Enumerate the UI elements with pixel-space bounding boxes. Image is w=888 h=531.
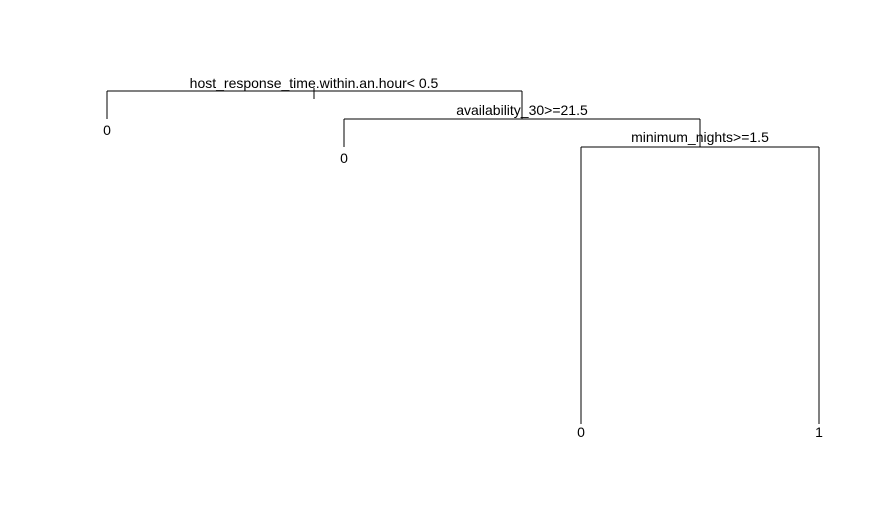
leaf-4-label: 1	[815, 424, 823, 440]
split-node-3: minimum_nights>=1.5	[580, 129, 820, 424]
split-1-label: host_response_time.within.an.hour< 0.5	[190, 75, 439, 91]
split-3-label: minimum_nights>=1.5	[631, 129, 769, 145]
decision-tree: host_response_time.within.an.hour< 0.5 a…	[103, 75, 823, 440]
leaf-2-label: 0	[340, 150, 348, 166]
leaf-3-label: 0	[577, 424, 585, 440]
leaf-1-label: 0	[103, 122, 111, 138]
split-2-label: availability_30>=21.5	[456, 102, 588, 118]
